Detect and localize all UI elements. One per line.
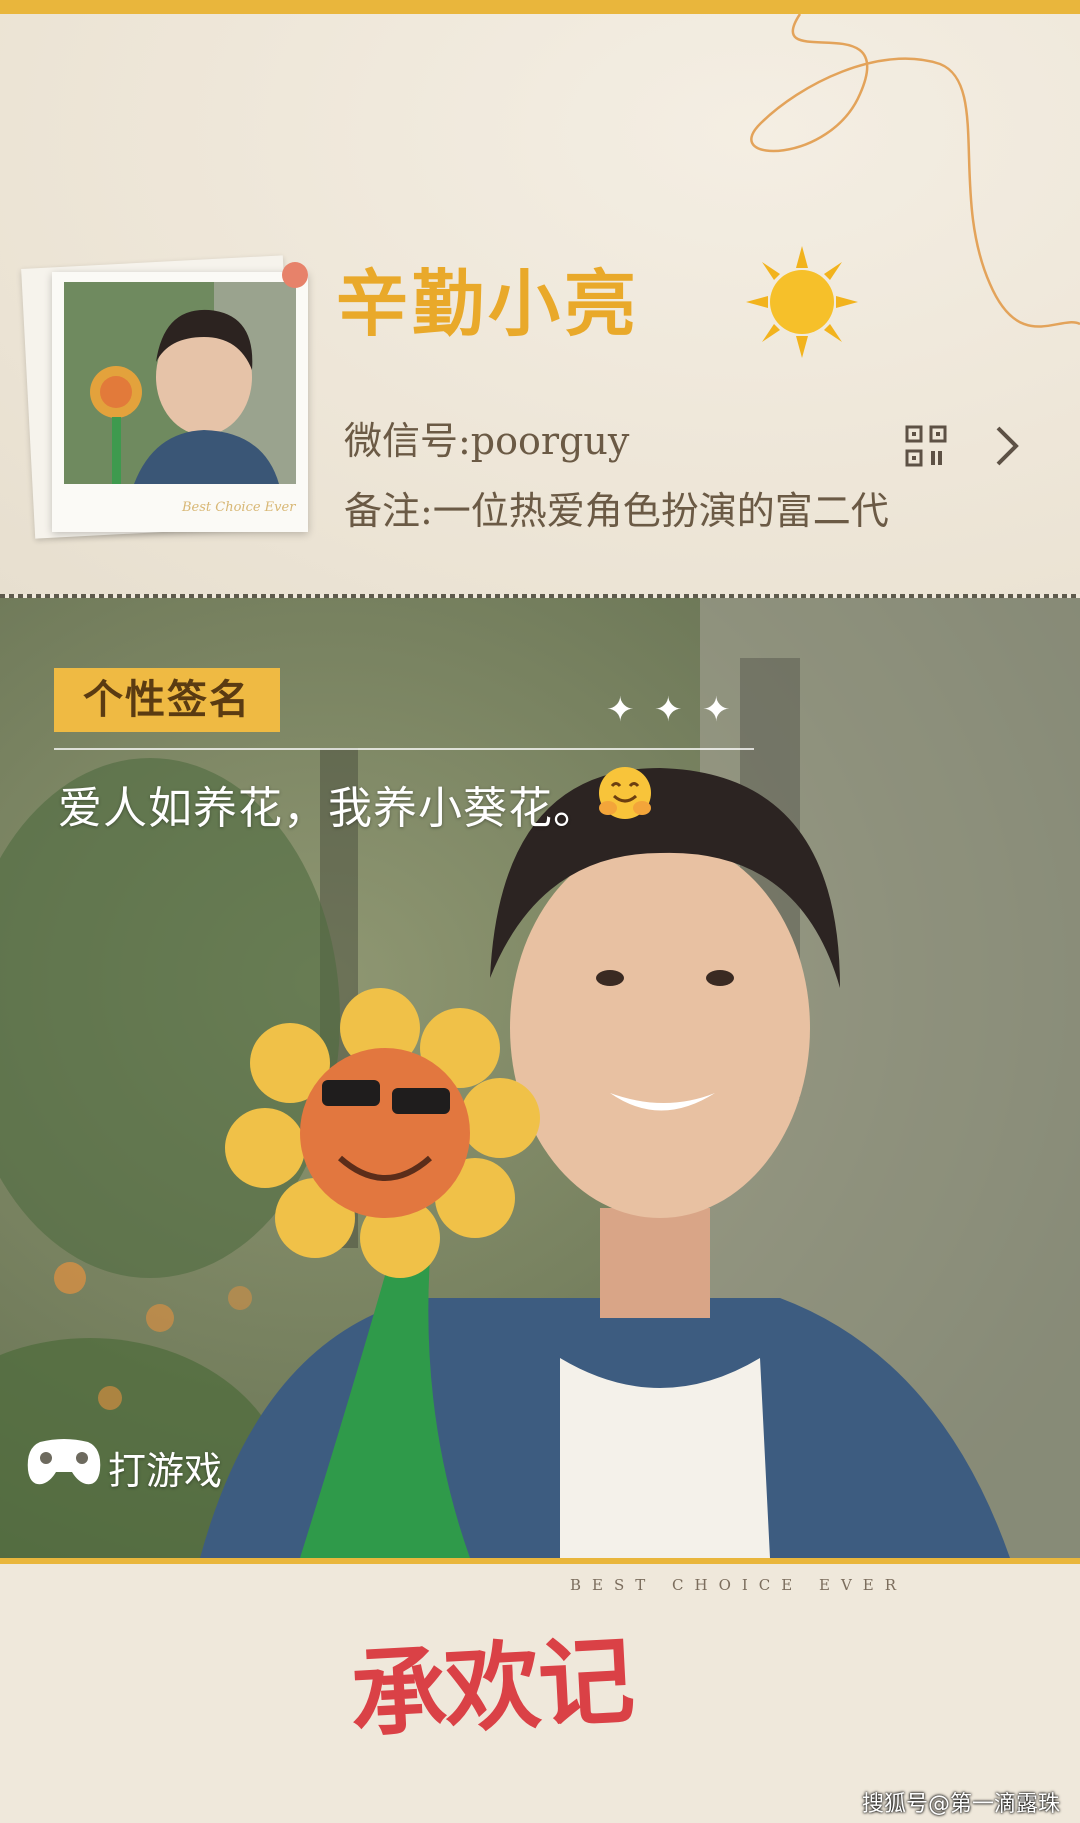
sparkle-icon: ✦ [654, 690, 683, 730]
signature-text: 爱人如养花，我养小葵花。 [58, 783, 598, 834]
signature-label: 个性签名 [54, 668, 280, 732]
sparkle-icon: ✦ [606, 690, 635, 730]
polaroid-pin [282, 262, 308, 288]
sparkle-icon: ✦ [702, 690, 731, 730]
top-accent-bar [0, 0, 1080, 14]
avatar-polaroid[interactable]: Best Choice Ever [52, 272, 308, 532]
status-label: 打游戏 [108, 1449, 223, 1493]
footer-tagline: BEST CHOICE EVER [570, 1576, 908, 1594]
gamepad-icon [27, 1439, 101, 1485]
qr-code-icon[interactable] [904, 424, 948, 468]
show-title-logo: 承欢记 [347, 1624, 636, 1752]
sun-icon [746, 246, 858, 358]
polaroid-caption: Best Choice Ever [182, 500, 296, 515]
source-watermark: 搜狐号@第一滴露珠 [862, 1792, 1061, 1817]
hugging-face-emoji-icon [599, 767, 651, 819]
chevron-right-icon[interactable] [992, 424, 1022, 468]
main-photo [0, 598, 1080, 1558]
profile-nickname: 辛勤小亮 [336, 261, 641, 346]
contact-remark: 备注:一位热爱角色扮演的富二代 [344, 489, 889, 533]
wechat-id: 微信号:poorguy [344, 419, 630, 463]
signature-divider [54, 748, 754, 750]
avatar-photo [64, 282, 296, 484]
